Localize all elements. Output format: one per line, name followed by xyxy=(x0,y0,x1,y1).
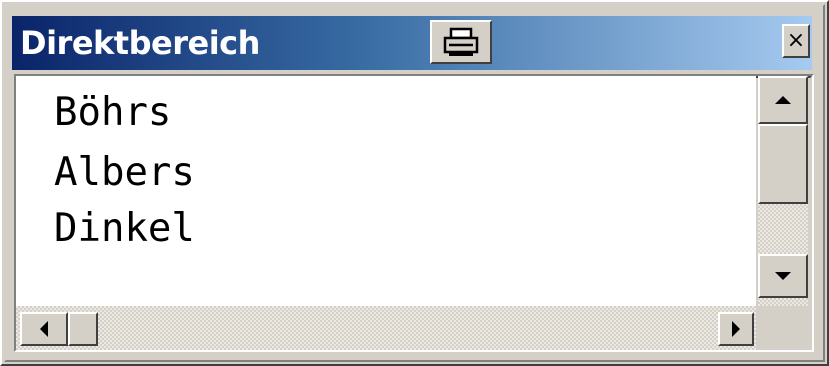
scroll-left-button[interactable] xyxy=(20,312,68,346)
arrow-left-icon xyxy=(40,321,48,337)
code-pane: Böhrs Albers Dinkel xyxy=(14,74,814,352)
immediate-window: Direktbereich × Böhrs Albers Dinkel xyxy=(0,0,829,366)
printer-icon xyxy=(443,27,479,56)
arrow-down-icon xyxy=(775,272,791,280)
vertical-scrollbar[interactable] xyxy=(758,76,808,306)
close-icon: × xyxy=(786,28,806,53)
window-title: Direktbereich xyxy=(20,24,260,62)
horizontal-scroll-thumb[interactable] xyxy=(68,312,98,346)
print-button[interactable] xyxy=(430,20,492,64)
arrow-up-icon xyxy=(775,96,791,104)
vertical-scroll-thumb[interactable] xyxy=(758,124,808,204)
horizontal-scrollbar[interactable] xyxy=(16,306,756,350)
scroll-up-button[interactable] xyxy=(758,76,808,124)
title-bar[interactable]: Direktbereich × xyxy=(12,16,812,70)
scroll-right-button[interactable] xyxy=(718,312,754,346)
scrollbar-corner xyxy=(756,306,810,350)
text-line: Böhrs xyxy=(54,90,172,135)
arrow-right-icon xyxy=(732,321,740,337)
close-button[interactable]: × xyxy=(782,24,810,58)
text-line: Dinkel xyxy=(54,206,195,251)
text-area[interactable]: Böhrs Albers Dinkel xyxy=(16,76,756,306)
text-line: Albers xyxy=(54,150,195,195)
scroll-down-button[interactable] xyxy=(758,254,808,298)
